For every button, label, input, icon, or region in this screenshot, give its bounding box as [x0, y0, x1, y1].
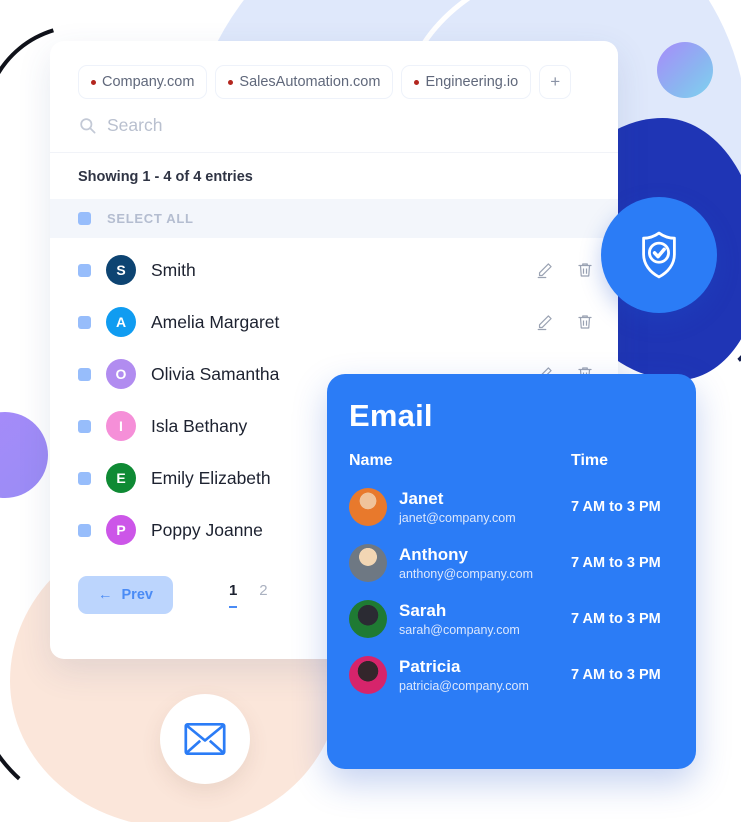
status-dot-icon	[228, 79, 234, 85]
email-address: janet@company.com	[399, 511, 516, 525]
tab-salesautomation[interactable]: SalesAutomation.com	[215, 65, 394, 99]
avatar-initial: A	[115, 314, 127, 330]
status-dot-icon	[414, 79, 420, 85]
email-address: patricia@company.com	[399, 679, 529, 693]
tab-engineering[interactable]: Engineering.io	[401, 65, 532, 99]
email-table-header: Name Time	[349, 452, 674, 470]
page-1[interactable]: 1	[228, 582, 238, 608]
email-row[interactable]: Patricia patricia@company.com 7 AM to 3 …	[349, 656, 674, 694]
avatar: A	[106, 307, 136, 337]
plus-icon: +	[550, 72, 561, 91]
tab-label: Engineering.io	[425, 74, 519, 90]
prev-button[interactable]: ← Prev	[78, 576, 173, 614]
contact-name: Smith	[151, 259, 196, 280]
email-row-text: Sarah sarah@company.com	[399, 601, 571, 637]
arrow-left-icon: ←	[98, 587, 113, 603]
add-tab-button[interactable]: +	[539, 65, 572, 99]
avatar-initial: O	[115, 366, 127, 382]
email-contact-name: Janet	[399, 489, 444, 508]
avatar-initial: S	[116, 262, 126, 278]
entries-count: Showing 1 - 4 of 4 entries	[78, 169, 253, 185]
search-bar[interactable]	[50, 111, 618, 153]
row-checkbox[interactable]	[78, 419, 91, 433]
email-contact-name: Patricia	[399, 657, 461, 676]
screenshot-stage: Company.com SalesAutomation.com Engineer…	[0, 0, 741, 822]
avatar: P	[106, 515, 136, 545]
row-checkbox[interactable]	[78, 523, 91, 537]
column-header-time: Time	[571, 452, 609, 469]
search-icon	[80, 118, 96, 134]
row-checkbox[interactable]	[78, 471, 91, 485]
email-row-text: Patricia patricia@company.com	[399, 657, 571, 693]
row-actions	[536, 261, 594, 279]
email-row[interactable]: Sarah sarah@company.com 7 AM to 3 PM	[349, 600, 674, 638]
email-address: anthony@company.com	[399, 567, 534, 581]
table-row[interactable]: A Amelia Margaret	[50, 296, 618, 348]
shield-check-icon	[642, 231, 676, 279]
domain-tabs: Company.com SalesAutomation.com Engineer…	[50, 41, 618, 111]
avatar	[349, 600, 387, 638]
envelope-icon	[184, 722, 226, 756]
page-2[interactable]: 2	[259, 582, 267, 606]
avatar: I	[106, 411, 136, 441]
decorative-gradient-circle	[657, 42, 713, 98]
email-time: 7 AM to 3 PM	[571, 667, 661, 683]
email-row[interactable]: Anthony anthony@company.com 7 AM to 3 PM	[349, 544, 674, 582]
avatar-initial: E	[116, 470, 126, 486]
select-all-checkbox[interactable]	[78, 212, 91, 225]
avatar	[349, 488, 387, 526]
status-dot-icon	[91, 79, 96, 85]
email-row-text: Janet janet@company.com	[399, 489, 571, 525]
tab-label: Company.com	[102, 74, 195, 90]
avatar: O	[106, 359, 136, 389]
prev-label: Prev	[121, 587, 153, 603]
decorative-purple-circle	[0, 412, 48, 498]
email-address: sarah@company.com	[399, 623, 520, 637]
email-row[interactable]: Janet janet@company.com 7 AM to 3 PM	[349, 488, 674, 526]
email-time: 7 AM to 3 PM	[571, 555, 661, 571]
shield-badge[interactable]	[601, 197, 717, 313]
select-all-label: SELECT ALL	[107, 211, 194, 226]
mail-badge[interactable]	[160, 694, 250, 784]
contact-name: Amelia Margaret	[151, 311, 280, 332]
page-numbers: 1 2	[228, 582, 268, 608]
avatar	[349, 544, 387, 582]
tab-label: SalesAutomation.com	[239, 74, 381, 90]
email-panel: Email Name Time Janet janet@company.com …	[327, 374, 696, 769]
email-panel-title: Email	[349, 398, 433, 433]
table-row[interactable]: S Smith	[50, 244, 618, 296]
tab-company[interactable]: Company.com	[78, 65, 208, 99]
email-time: 7 AM to 3 PM	[571, 499, 661, 515]
row-checkbox[interactable]	[78, 263, 91, 277]
avatar-initial: I	[119, 418, 123, 434]
avatar-initial: P	[116, 522, 126, 538]
email-contact-name: Anthony	[399, 545, 468, 564]
row-checkbox[interactable]	[78, 367, 91, 381]
row-checkbox[interactable]	[78, 315, 91, 329]
email-contact-name: Sarah	[399, 601, 447, 620]
email-row-text: Anthony anthony@company.com	[399, 545, 571, 581]
row-actions	[536, 313, 594, 331]
search-input[interactable]	[107, 115, 407, 136]
email-time: 7 AM to 3 PM	[571, 611, 661, 627]
avatar: E	[106, 463, 136, 493]
column-header-name: Name	[349, 452, 393, 469]
pencil-icon[interactable]	[536, 261, 554, 279]
trash-icon[interactable]	[576, 313, 594, 331]
select-all-row[interactable]: SELECT ALL	[50, 199, 618, 238]
trash-icon[interactable]	[576, 261, 594, 279]
pencil-icon[interactable]	[536, 313, 554, 331]
avatar: S	[106, 255, 136, 285]
avatar	[349, 656, 387, 694]
